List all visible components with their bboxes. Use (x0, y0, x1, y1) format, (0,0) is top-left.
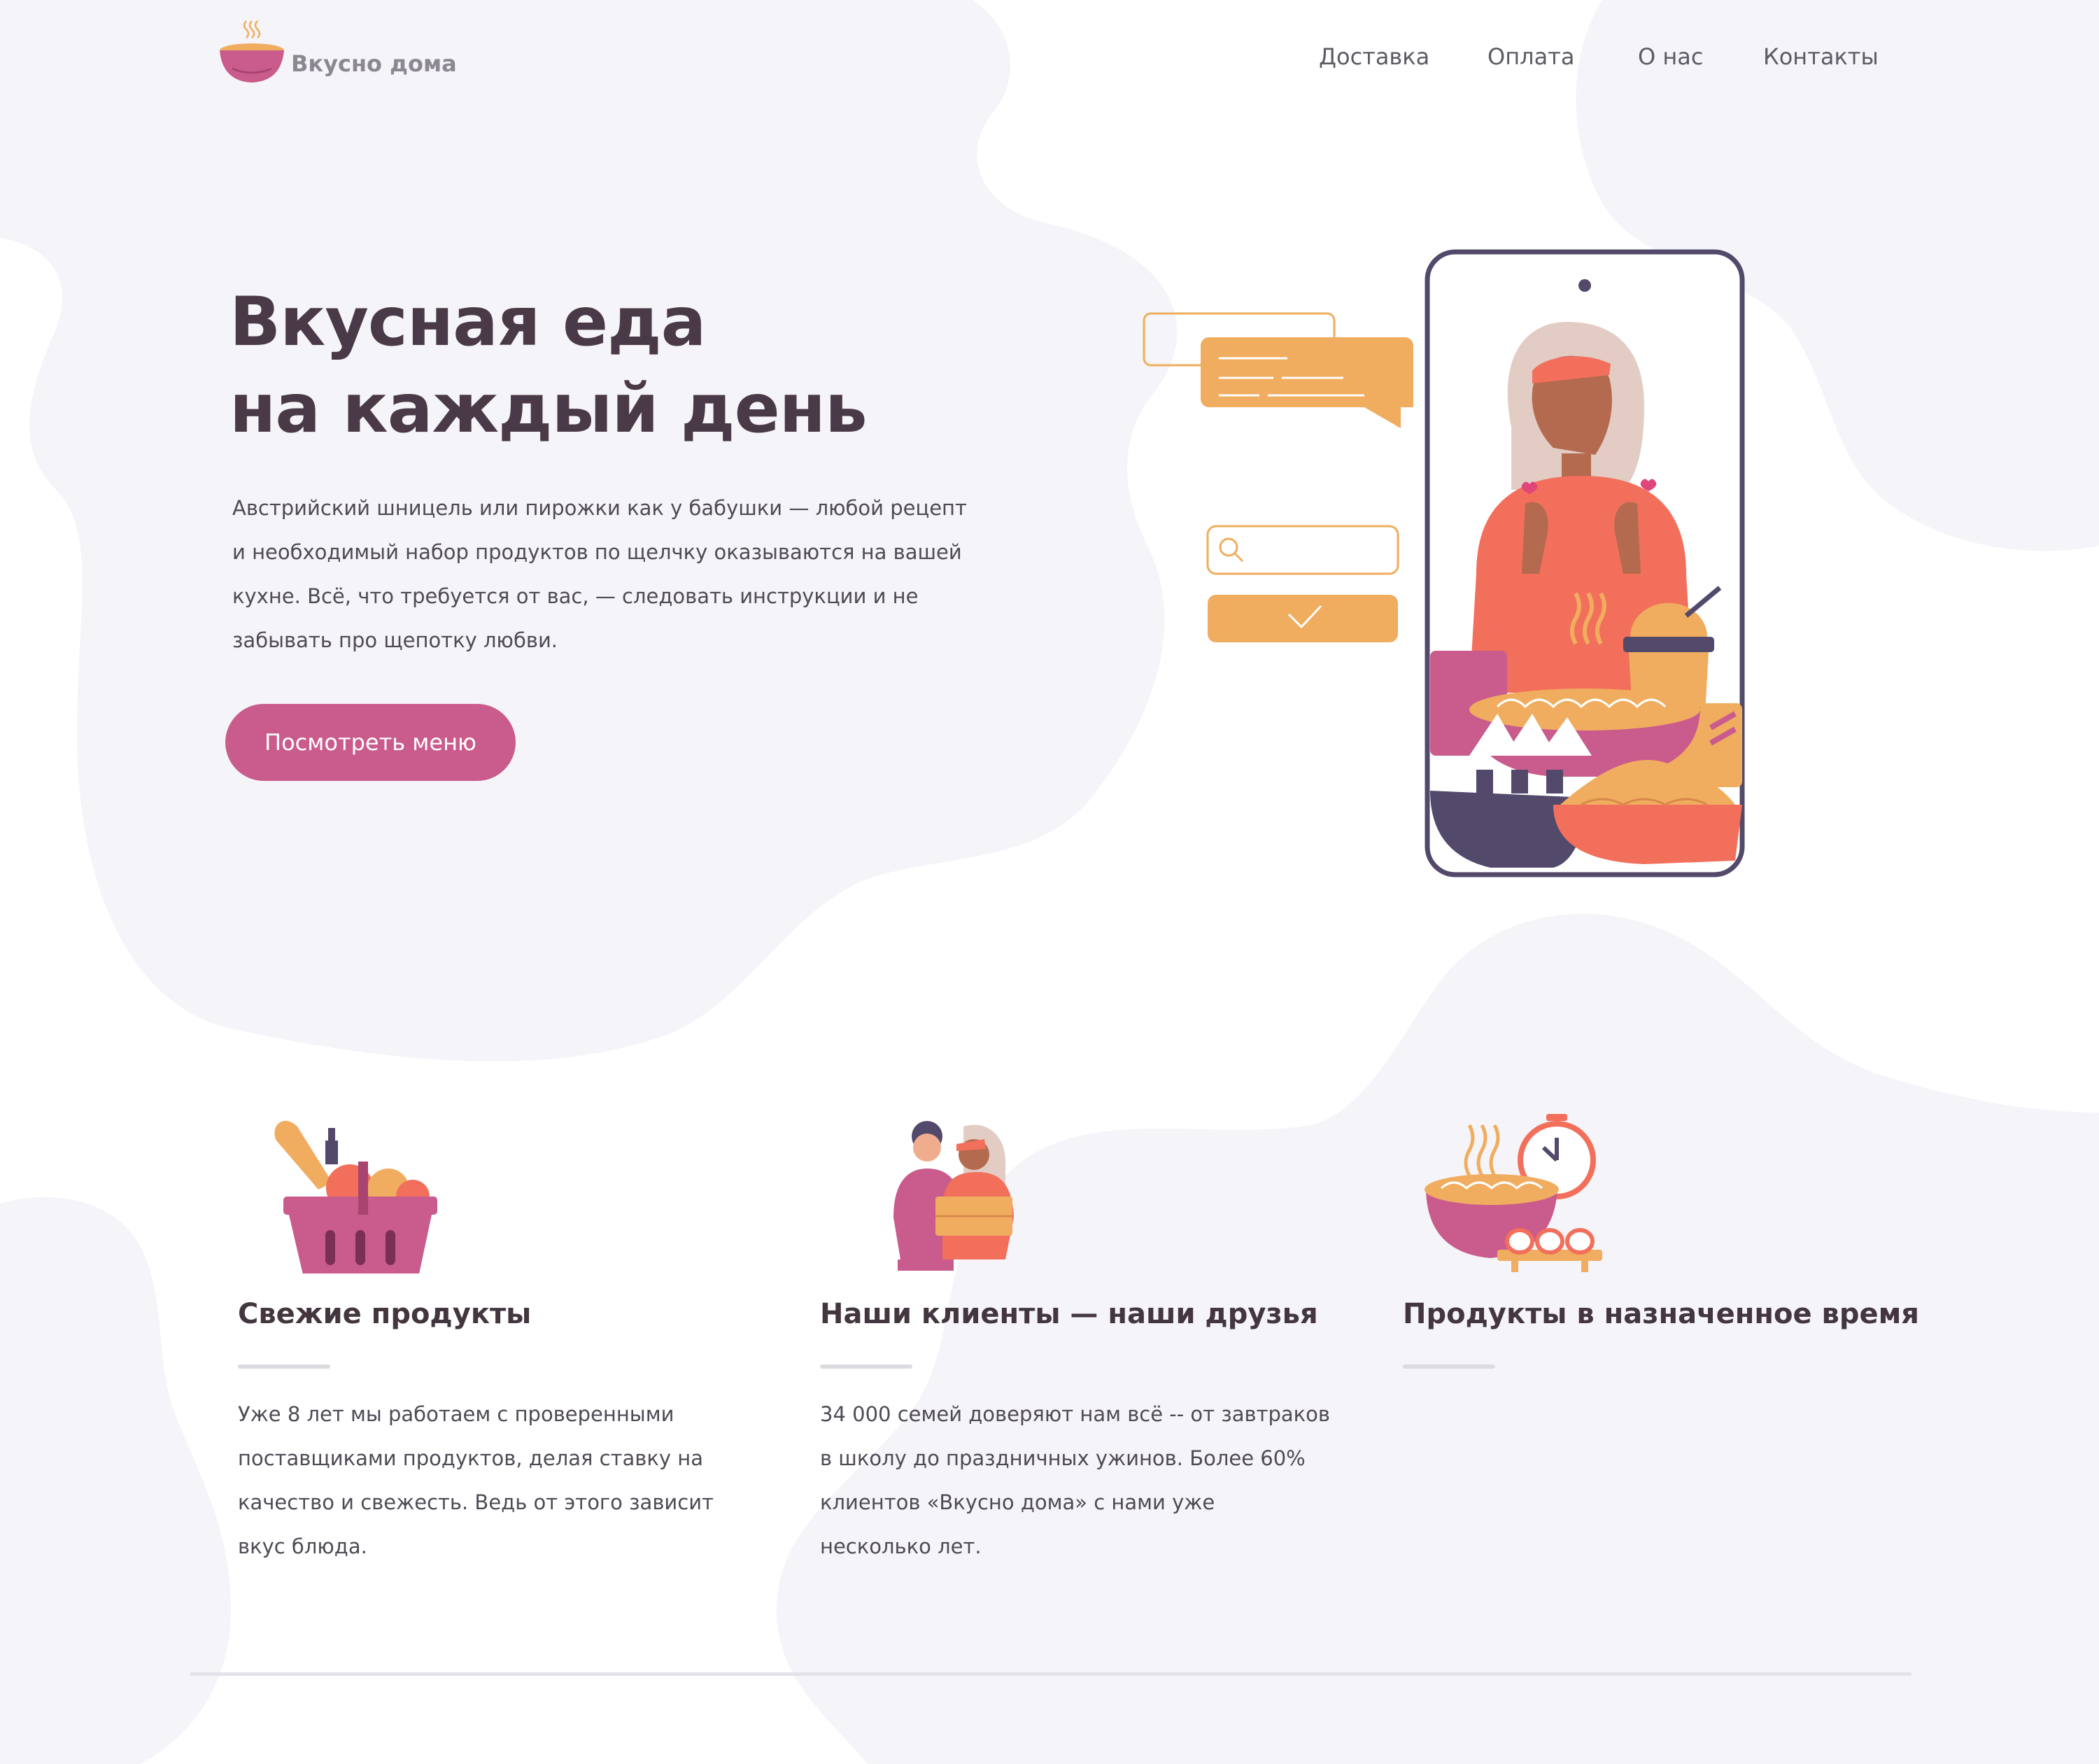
nav-contacts[interactable]: Контакты (1763, 43, 1879, 70)
hero-title: Вкусная еда на каждый день (229, 278, 868, 452)
feature-text-line: качество и свежесть. Ведь от этого завис… (238, 1490, 714, 1514)
feature-divider (1403, 1364, 1495, 1369)
hero-description-line: забывать про щепотку любви. (232, 628, 558, 652)
logo[interactable]: Вкусно дома (217, 20, 457, 87)
feature-divider (238, 1364, 330, 1369)
feature-title: Наши клиенты — наши друзья (820, 1298, 1318, 1330)
logo-text: Вкусно дома (291, 50, 457, 77)
friends-icon (893, 1121, 1014, 1271)
hero-description-line: Австрийский шницель или пирожки как у ба… (232, 496, 967, 520)
phone-icon (1425, 249, 1745, 877)
footer-divider (190, 1672, 1911, 1676)
feature-text-line: в школу до праздничных ужинов. Более 60% (820, 1446, 1306, 1470)
feature-text-line: вкус блюда. (238, 1534, 367, 1558)
nav-payment[interactable]: Оплата (1487, 43, 1574, 70)
feature-text-line: Уже 8 лет мы работаем с проверенными (238, 1402, 674, 1426)
nav-about[interactable]: О нас (1638, 43, 1703, 70)
feature-text-line: несколько лет. (820, 1534, 982, 1558)
nav-delivery[interactable]: Доставка (1319, 43, 1429, 70)
search-field-icon (1206, 525, 1399, 575)
timer-bowl-icon (1425, 1114, 1602, 1272)
feature-text: Уже 8 лет мы работаем с проверенными пос… (238, 1392, 714, 1569)
hero-title-line: на каждый день (229, 369, 868, 448)
basket-icon (274, 1120, 437, 1273)
feature-title: Продукты в назначенное время (1403, 1298, 1919, 1330)
hero-title-line: Вкусная еда (229, 283, 706, 361)
feature-text-line: 34 000 семей доверяют нам всё -- от завт… (820, 1402, 1330, 1426)
feature-text: 34 000 семей доверяют нам всё -- от завт… (820, 1392, 1330, 1569)
hero-description-line: кухне. Всё, что требуется от вас, — след… (232, 584, 919, 608)
feature-text-line: поставщиками продуктов, делая ставку на (238, 1446, 703, 1470)
check-icon (1208, 595, 1398, 642)
feature-fresh-products: Свежие продукты Уже 8 лет мы работаем с … (238, 1113, 770, 1558)
hero-description-line: и необходимый набор продуктов по щелчку … (232, 540, 962, 564)
hero-description: Австрийский шницель или пирожки как у ба… (232, 486, 967, 663)
feature-title: Свежие продукты (238, 1298, 532, 1330)
feature-divider (820, 1364, 912, 1369)
bowl-logo-icon (220, 20, 284, 83)
feature-clients-friends: Наши клиенты — наши друзья 34 000 семей … (820, 1113, 1352, 1558)
hero-phone-illustration (1143, 249, 1745, 877)
feature-text-line: клиентов «Вкусно дома» с нами уже (820, 1490, 1215, 1514)
feature-on-time-delivery: Продукты в назначенное время (1403, 1113, 1935, 1369)
view-menu-button[interactable]: Посмотреть меню (225, 704, 516, 781)
main-nav: Доставка Оплата О нас Контакты (1301, 43, 1879, 77)
chat-bubble-icon (1143, 312, 1413, 428)
